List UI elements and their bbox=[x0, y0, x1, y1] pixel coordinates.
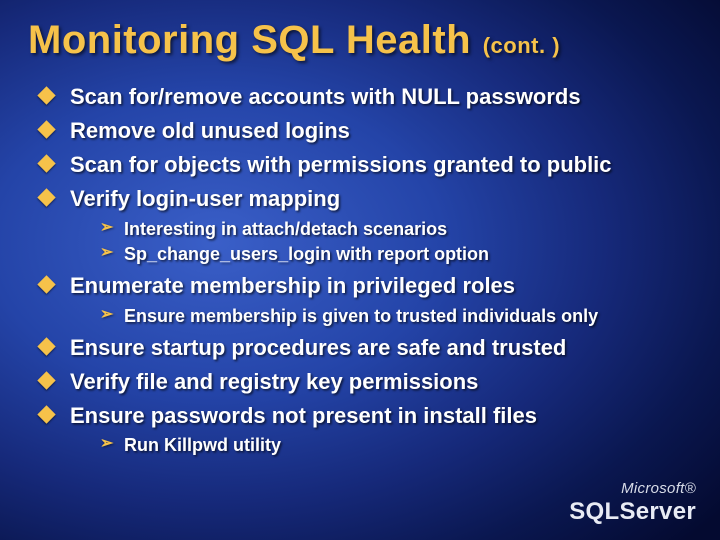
bullet-item: Verify file and registry key permissions bbox=[36, 368, 692, 396]
bullet-item: Scan for/remove accounts with NULL passw… bbox=[36, 83, 692, 111]
logo-brand: Microsoft® bbox=[621, 480, 696, 497]
bullet-text: Scan for objects with permissions grante… bbox=[70, 152, 612, 177]
logo: Microsoft® SQLServer bbox=[569, 480, 696, 526]
bullet-item: Ensure passwords not present in install … bbox=[36, 402, 692, 458]
slide-title: Monitoring SQL Health (cont. ) bbox=[28, 18, 692, 63]
bullet-item: Remove old unused logins bbox=[36, 117, 692, 145]
bullet-item: Ensure startup procedures are safe and t… bbox=[36, 334, 692, 362]
bullet-text: Verify login-user mapping bbox=[70, 186, 340, 211]
logo-product: SQLServer bbox=[569, 498, 696, 525]
sub-item: Ensure membership is given to trusted in… bbox=[100, 305, 692, 328]
title-main: Monitoring SQL Health bbox=[28, 18, 471, 62]
bullet-item: Enumerate membership in privileged roles… bbox=[36, 272, 692, 328]
bullet-item: Scan for objects with permissions grante… bbox=[36, 151, 692, 179]
title-cont: (cont. ) bbox=[483, 33, 560, 58]
bullet-item: Verify login-user mapping Interesting in… bbox=[36, 185, 692, 266]
bullet-text: Verify file and registry key permissions bbox=[70, 369, 478, 394]
bullet-text: Remove old unused logins bbox=[70, 118, 350, 143]
sub-list: Run Killpwd utility bbox=[70, 434, 692, 457]
bullet-list: Scan for/remove accounts with NULL passw… bbox=[28, 83, 692, 458]
sub-list: Ensure membership is given to trusted in… bbox=[70, 305, 692, 328]
bullet-text: Ensure startup procedures are safe and t… bbox=[70, 335, 566, 360]
sub-list: Interesting in attach/detach scenarios S… bbox=[70, 218, 692, 267]
sub-item: Sp_change_users_login with report option bbox=[100, 243, 692, 266]
sub-item: Interesting in attach/detach scenarios bbox=[100, 218, 692, 241]
bullet-text: Scan for/remove accounts with NULL passw… bbox=[70, 84, 581, 109]
slide: Monitoring SQL Health (cont. ) Scan for/… bbox=[0, 0, 720, 540]
sub-item: Run Killpwd utility bbox=[100, 434, 692, 457]
bullet-text: Enumerate membership in privileged roles bbox=[70, 273, 515, 298]
bullet-text: Ensure passwords not present in install … bbox=[70, 403, 537, 428]
